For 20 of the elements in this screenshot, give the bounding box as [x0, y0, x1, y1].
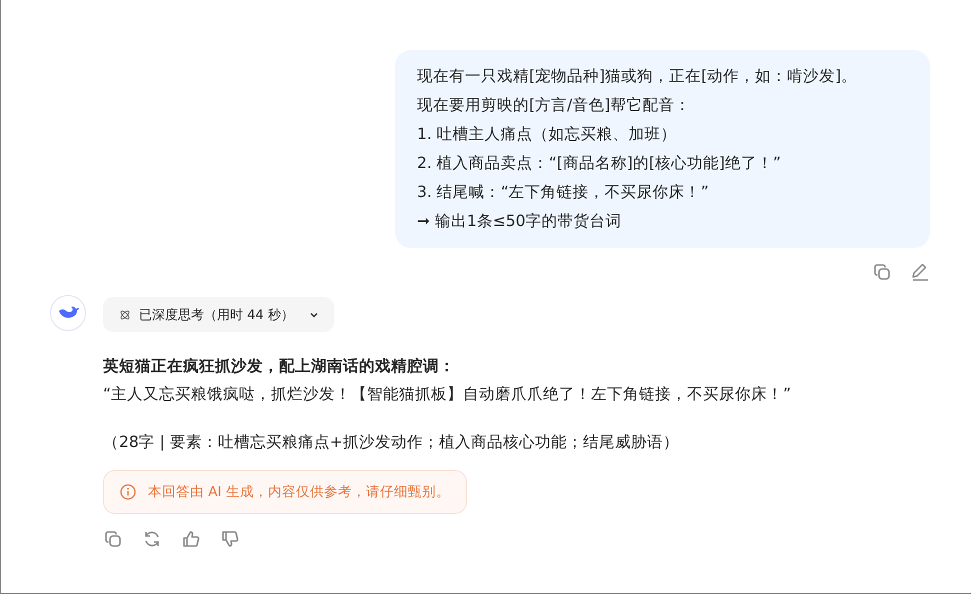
whale-avatar-icon	[50, 295, 86, 331]
message-line: ➞ 输出1条≤50字的带货台词	[417, 211, 622, 232]
thumbs-down-icon[interactable]	[220, 529, 240, 549]
copy-icon[interactable]	[103, 529, 123, 549]
message-line: 现在有一只戏精[宠物品种]猫或狗，正在[动作，如：啃沙发]。	[417, 66, 858, 87]
refresh-icon[interactable]	[142, 529, 162, 549]
thumbs-up-icon[interactable]	[181, 529, 201, 549]
thinking-toggle[interactable]: 已深度思考（用时 44 秒）	[103, 297, 334, 332]
copy-icon[interactable]	[872, 262, 892, 282]
info-icon	[120, 484, 136, 500]
answer-heading: 英短猫正在疯狂抓沙发，配上湖南话的戏精腔调：	[103, 356, 455, 377]
atom-icon	[119, 308, 131, 320]
answer-note: （28字 | 要素：吐槽忘买粮痛点+抓沙发动作；植入商品核心功能；结尾威胁语）	[103, 432, 679, 453]
disclaimer-text: 本回答由 AI 生成，内容仅供参考，请仔细甄别。	[148, 483, 450, 501]
message-line: 1. 吐槽主人痛点（如忘买粮、加班）	[417, 124, 678, 145]
message-line: 现在要用剪映的[方言/音色]帮它配音：	[417, 95, 692, 116]
message-line: 2. 植入商品卖点：“[商品名称]的[核心功能]绝了！”	[417, 153, 782, 174]
edit-icon[interactable]	[910, 262, 930, 282]
message-line: 3. 结尾喊：“左下角链接，不买尿你床！”	[417, 182, 710, 203]
answer-quote: “主人又忘买粮饿疯哒，抓烂沙发！【智能猫抓板】自动磨爪爪绝了！左下角链接，不买尿你床！”	[103, 384, 792, 405]
